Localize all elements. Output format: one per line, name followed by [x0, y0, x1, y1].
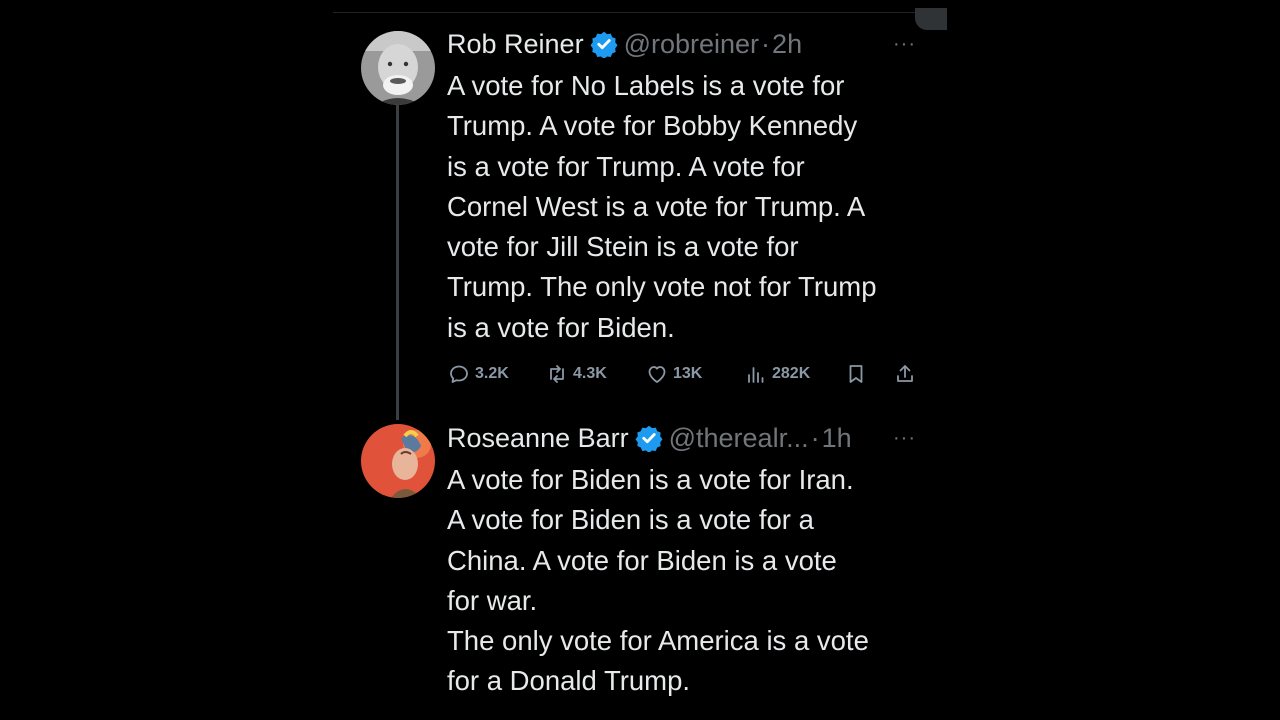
tweet-text-line: The only vote for America is a vote [447, 625, 869, 657]
thread-connector-line [396, 104, 399, 420]
tweet-2-text: A vote for Biden is a vote for Iran. A v… [447, 460, 947, 702]
repost-count: 4.3K [573, 365, 607, 382]
tweet-text-line: Cornel West is a vote for Trump. A [447, 190, 866, 222]
tweet-text-line: A vote for Biden is a vote for a [447, 504, 814, 536]
separator-dot: · [761, 29, 771, 59]
tweet-text-line: Trump. The only vote not for Trump [447, 271, 877, 303]
avatar-rob-reiner[interactable] [361, 31, 435, 105]
avatar-roseanne-barr[interactable] [361, 424, 435, 498]
share-button[interactable] [893, 362, 921, 386]
bookmark-button[interactable] [844, 362, 872, 386]
heart-icon [648, 366, 666, 383]
tweet-text-line: A vote for Biden is a vote for Iran. [447, 464, 854, 495]
tweet-text-line: Trump. A vote for Bobby Kennedy [447, 110, 858, 142]
repost-button[interactable]: 4.3K [545, 362, 607, 386]
tweet-text-line: A vote for No Labels is a vote for [447, 70, 845, 101]
views-count: 282K [772, 365, 811, 382]
avatar-image [361, 31, 435, 105]
display-name[interactable]: Rob Reiner [447, 28, 584, 60]
tweet-text-line: China. A vote for Biden is a vote [447, 544, 837, 576]
views-icon [748, 367, 764, 383]
tweet-text-line: is a vote for Trump. A vote for [447, 150, 805, 182]
verified-badge-icon [635, 424, 663, 452]
more-options-button[interactable]: ··· [893, 428, 916, 448]
separator-dot: · [810, 423, 820, 453]
views-button[interactable]: 282K [744, 362, 810, 386]
reply-count: 3.2K [475, 365, 509, 382]
like-button[interactable]: 13K [645, 362, 702, 386]
share-icon [897, 365, 913, 382]
handle[interactable]: @therealr... [669, 422, 809, 454]
tweet-text-line: vote for Jill Stein is a vote for [447, 231, 799, 263]
verified-badge-icon [590, 30, 618, 58]
bookmark-icon [849, 365, 863, 383]
tweet-text-line: for a Donald Trump. [447, 665, 691, 697]
timestamp[interactable]: 1h [822, 422, 852, 454]
top-divider [333, 12, 945, 13]
tweet-2-header: Roseanne Barr @therealr... · 1h [447, 422, 852, 454]
display-name[interactable]: Roseanne Barr [447, 422, 629, 454]
thread-screenshot: Rob Reiner @robreiner · 2h ··· A vote fo… [0, 0, 1280, 720]
tweet-1-action-bar: 3.2K 4.3K 13K 282K [447, 362, 922, 390]
more-options-button[interactable]: ··· [893, 34, 916, 54]
tweet-1-text: A vote for No Labels is a vote for Trump… [447, 66, 947, 348]
corner-mark [915, 8, 947, 30]
tweet-1-header: Rob Reiner @robreiner · 2h [447, 28, 802, 60]
reply-icon [450, 365, 468, 383]
tweet-text-line: for war. [447, 584, 538, 616]
reply-button[interactable]: 3.2K [447, 362, 509, 386]
timestamp[interactable]: 2h [772, 28, 802, 60]
tweet-text-line: is a vote for Biden. [447, 311, 675, 343]
handle[interactable]: @robreiner [624, 28, 759, 60]
avatar-image [361, 424, 435, 498]
repost-icon [550, 365, 564, 383]
like-count: 13K [673, 365, 703, 382]
